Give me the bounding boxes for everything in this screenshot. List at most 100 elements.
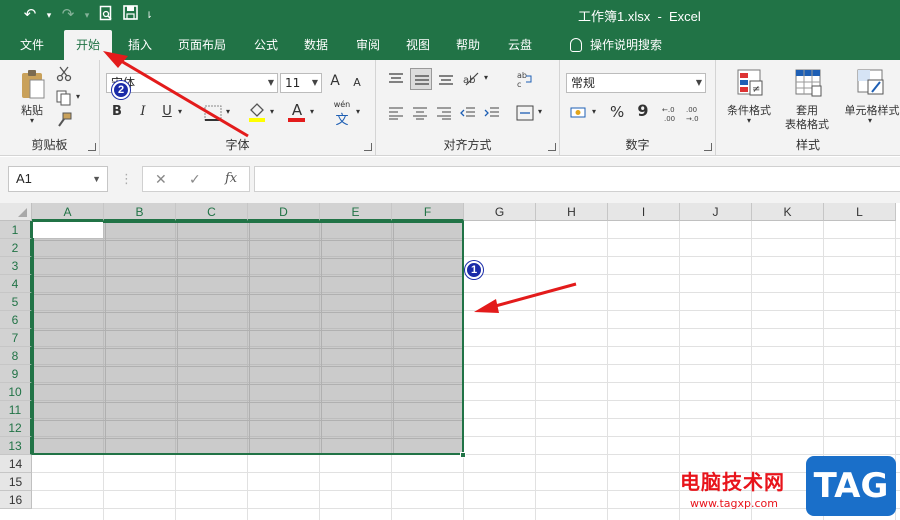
merge-dropdown-icon[interactable]: ▾ xyxy=(538,107,542,116)
cut-icon[interactable] xyxy=(56,66,72,82)
tab-help[interactable]: 帮助 xyxy=(446,30,490,60)
cell-styles-button[interactable]: 单元格样式 ▾ xyxy=(840,66,900,132)
row-header-9[interactable]: 9 xyxy=(0,365,32,383)
row-header-8[interactable]: 8 xyxy=(0,347,32,365)
row-header-10[interactable]: 10 xyxy=(0,383,32,401)
font-launcher-icon[interactable] xyxy=(364,143,372,151)
conditional-formatting-button[interactable]: ≠ 条件格式 ▾ xyxy=(720,66,778,132)
row-header-13[interactable]: 13 xyxy=(0,437,32,455)
top-align-icon[interactable] xyxy=(388,72,404,86)
column-header-k[interactable]: K xyxy=(752,203,824,221)
column-header-b[interactable]: B xyxy=(104,203,176,221)
comma-style-button[interactable]: 9 xyxy=(636,101,650,120)
cancel-entry-icon[interactable]: ✕ xyxy=(155,171,167,188)
number-launcher-icon[interactable] xyxy=(704,143,712,151)
row-header-2[interactable]: 2 xyxy=(0,239,32,257)
orientation-dropdown-icon[interactable]: ▾ xyxy=(484,73,488,82)
row-header-5[interactable]: 5 xyxy=(0,293,32,311)
copy-icon[interactable] xyxy=(56,90,72,106)
bold-button[interactable]: B xyxy=(110,104,124,119)
column-header-h[interactable]: H xyxy=(536,203,608,221)
decrease-indent-icon[interactable] xyxy=(460,106,476,120)
underline-dropdown-icon[interactable]: ▾ xyxy=(178,107,182,116)
column-header-f[interactable]: F xyxy=(392,203,464,221)
row-header-12[interactable]: 12 xyxy=(0,419,32,437)
middle-align-button[interactable] xyxy=(410,68,432,90)
column-header-e[interactable]: E xyxy=(320,203,392,221)
undo-icon[interactable]: ↶ xyxy=(20,5,40,25)
save-icon[interactable] xyxy=(120,5,140,25)
selected-range[interactable] xyxy=(32,221,464,455)
format-painter-icon[interactable] xyxy=(56,112,72,128)
increase-decimal-icon[interactable]: ←.0.00 xyxy=(662,104,680,122)
tab-review[interactable]: 审阅 xyxy=(346,30,390,60)
row-header-16[interactable]: 16 xyxy=(0,491,32,509)
fill-color-icon[interactable] xyxy=(248,102,266,122)
customize-qat-icon[interactable]: ⇂ xyxy=(144,5,154,25)
wrap-text-icon[interactable]: abc xyxy=(516,70,534,88)
italic-button[interactable]: I xyxy=(136,104,150,119)
grow-font-button[interactable]: A xyxy=(328,73,342,89)
underline-button[interactable]: U xyxy=(160,104,174,119)
accounting-dropdown-icon[interactable]: ▾ xyxy=(592,107,596,116)
font-name-select[interactable]: 宋体▼ xyxy=(106,73,278,93)
row-header-3[interactable]: 3 xyxy=(0,257,32,275)
phonetic-guide-button[interactable]: wén 文 xyxy=(332,100,352,128)
fill-color-dropdown-icon[interactable]: ▾ xyxy=(270,107,274,116)
confirm-entry-icon[interactable]: ✓ xyxy=(189,171,201,188)
decrease-decimal-icon[interactable]: .00→.0 xyxy=(686,104,704,122)
row-header-7[interactable]: 7 xyxy=(0,329,32,347)
fill-handle[interactable] xyxy=(460,452,466,458)
insert-function-icon[interactable]: fx xyxy=(225,171,237,186)
column-header-g[interactable]: G xyxy=(464,203,536,221)
column-header-j[interactable]: J xyxy=(680,203,752,221)
print-preview-icon[interactable] xyxy=(96,5,116,25)
font-color-button[interactable]: A xyxy=(289,101,305,119)
tab-view[interactable]: 视图 xyxy=(396,30,440,60)
shrink-font-button[interactable]: A xyxy=(351,76,363,89)
orientation-icon[interactable]: ab xyxy=(462,70,480,86)
alignment-launcher-icon[interactable] xyxy=(548,143,556,151)
row-header-4[interactable]: 4 xyxy=(0,275,32,293)
bottom-align-icon[interactable] xyxy=(438,72,454,86)
row-header-1[interactable]: 1 xyxy=(0,221,32,239)
tell-me-search[interactable]: 操作说明搜索 xyxy=(556,30,676,60)
font-color-dropdown-icon[interactable]: ▾ xyxy=(310,107,314,116)
increase-indent-icon[interactable] xyxy=(484,106,500,120)
borders-icon[interactable] xyxy=(204,105,222,121)
redo-icon[interactable]: ↷ xyxy=(58,5,78,25)
merge-center-icon[interactable] xyxy=(516,105,534,121)
undo-dropdown-icon[interactable]: ▾ xyxy=(44,5,54,25)
row-header-6[interactable]: 6 xyxy=(0,311,32,329)
select-all-corner[interactable] xyxy=(0,203,32,221)
phonetic-dropdown-icon[interactable]: ▾ xyxy=(356,107,360,116)
font-size-select[interactable]: 11 ▼ xyxy=(280,73,322,93)
column-header-d[interactable]: D xyxy=(248,203,320,221)
clipboard-launcher-icon[interactable] xyxy=(88,143,96,151)
tab-home[interactable]: 开始 xyxy=(64,30,112,60)
align-right-icon[interactable] xyxy=(436,106,452,120)
number-format-select[interactable]: 常规 ▼ xyxy=(566,73,706,93)
copy-dropdown-icon[interactable]: ▾ xyxy=(76,92,80,101)
accounting-format-icon[interactable] xyxy=(570,105,588,121)
column-header-l[interactable]: L xyxy=(824,203,896,221)
active-cell[interactable] xyxy=(33,222,103,238)
formula-input[interactable] xyxy=(254,166,900,192)
align-center-icon[interactable] xyxy=(412,106,428,120)
tab-cloud[interactable]: 云盘 xyxy=(498,30,542,60)
column-header-i[interactable]: I xyxy=(608,203,680,221)
row-header-11[interactable]: 11 xyxy=(0,401,32,419)
row-header-15[interactable]: 15 xyxy=(0,473,32,491)
borders-dropdown-icon[interactable]: ▾ xyxy=(226,107,230,116)
format-as-table-button[interactable]: 套用 表格格式 xyxy=(778,66,836,136)
name-box[interactable]: A1 ▼ xyxy=(8,166,108,192)
column-header-c[interactable]: C xyxy=(176,203,248,221)
paste-button[interactable]: 粘贴 ▾ xyxy=(12,68,52,126)
redo-dropdown-icon[interactable]: ▾ xyxy=(82,5,92,25)
column-header-a[interactable]: A xyxy=(32,203,104,221)
tab-file[interactable]: 文件 xyxy=(10,30,54,60)
tab-insert[interactable]: 插入 xyxy=(118,30,162,60)
row-header-14[interactable]: 14 xyxy=(0,455,32,473)
tab-formulas[interactable]: 公式 xyxy=(244,30,288,60)
percent-button[interactable]: % xyxy=(610,103,624,121)
